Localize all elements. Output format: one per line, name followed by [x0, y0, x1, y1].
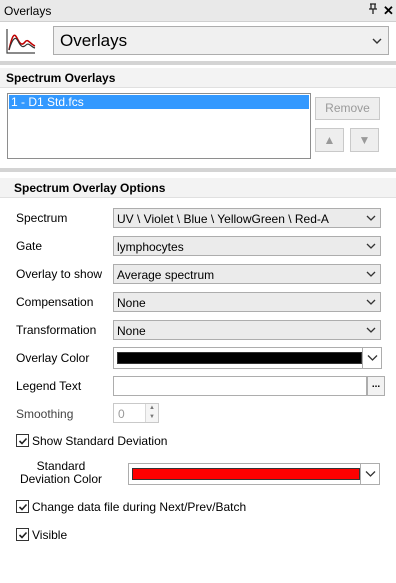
checkmark-icon — [18, 437, 28, 445]
smoothing-label: Smoothing — [16, 407, 74, 421]
gate-value: lymphocytes — [117, 240, 184, 254]
std-dev-color-swatch — [132, 468, 360, 480]
section-header-spectrum-overlays: Spectrum Overlays — [0, 68, 396, 88]
spectrum-select[interactable]: UV \ Violet \ Blue \ YellowGreen \ Red-A — [113, 208, 381, 228]
std-dev-color-dropdown[interactable] — [360, 464, 379, 484]
remove-button[interactable]: Remove — [315, 97, 380, 120]
checkmark-icon — [18, 531, 28, 539]
chevron-down-icon — [366, 215, 376, 221]
move-down-button[interactable]: ▼ — [350, 128, 379, 152]
section-title: Spectrum Overlays — [6, 71, 116, 85]
divider — [0, 61, 396, 65]
change-data-file-label: Change data file during Next/Prev/Batch — [32, 500, 247, 514]
overlay-to-show-label: Overlay to show — [16, 267, 103, 281]
compensation-label: Compensation — [16, 295, 94, 309]
spectrum-label: Spectrum — [16, 211, 68, 225]
smoothing-value: 0 — [118, 407, 125, 421]
visible-checkbox[interactable] — [16, 528, 29, 541]
compensation-select[interactable]: None — [113, 292, 381, 312]
transformation-value: None — [117, 324, 146, 338]
overlay-color-dropdown[interactable] — [362, 348, 381, 368]
change-data-file-checkbox[interactable] — [16, 500, 29, 513]
gate-label: Gate — [16, 239, 43, 253]
pin-icon[interactable] — [368, 3, 378, 18]
transformation-select[interactable]: None — [113, 320, 381, 340]
view-selector-value: Overlays — [60, 31, 128, 50]
show-std-dev-label: Show Standard Deviation — [32, 434, 168, 448]
overlay-color-swatch — [117, 352, 362, 364]
chevron-down-icon — [367, 355, 378, 361]
chevron-down-icon — [366, 271, 376, 277]
spectrum-value: UV \ Violet \ Blue \ YellowGreen \ Red-A — [117, 212, 329, 226]
stepper-arrows[interactable]: ▲ ▼ — [145, 404, 158, 422]
overlay-color-label: Overlay Color — [16, 351, 90, 365]
close-icon[interactable]: ✕ — [383, 3, 394, 19]
overlay-list[interactable]: 1 - D1 Std.fcs — [7, 93, 311, 159]
chevron-down-icon — [366, 327, 376, 333]
chevron-down-icon — [365, 471, 376, 477]
spectrum-overlay-icon — [4, 26, 38, 56]
gate-select[interactable]: lymphocytes — [113, 236, 381, 256]
header: Overlays — [0, 22, 396, 60]
title-bar: Overlays ✕ — [0, 0, 396, 22]
list-item[interactable]: 1 - D1 Std.fcs — [9, 95, 309, 109]
legend-text-input[interactable] — [113, 376, 367, 396]
move-up-button[interactable]: ▲ — [315, 128, 344, 152]
transformation-label: Transformation — [16, 323, 97, 337]
std-dev-color-label: Standard Deviation Color — [19, 459, 103, 486]
section-title: Spectrum Overlay Options — [14, 181, 166, 195]
compensation-value: None — [117, 296, 146, 310]
section-header-overlay-options: Spectrum Overlay Options — [0, 178, 396, 198]
legend-text-browse-button[interactable]: ... — [367, 376, 385, 396]
chevron-down-icon — [366, 299, 376, 305]
visible-label: Visible — [32, 528, 68, 542]
show-std-dev-checkbox[interactable] — [16, 434, 29, 447]
chevron-down-icon — [372, 38, 382, 44]
stepper-down-icon[interactable]: ▼ — [146, 413, 158, 422]
std-dev-color-picker[interactable] — [128, 463, 380, 485]
window-title: Overlays — [4, 4, 52, 18]
legend-text-label: Legend Text — [16, 379, 82, 393]
overlay-to-show-value: Average spectrum — [117, 268, 215, 282]
overlay-to-show-select[interactable]: Average spectrum — [113, 264, 381, 284]
stepper-up-icon[interactable]: ▲ — [146, 404, 158, 413]
divider — [0, 168, 396, 172]
chevron-down-icon — [366, 243, 376, 249]
checkmark-icon — [18, 503, 28, 511]
smoothing-stepper[interactable]: 0 ▲ ▼ — [113, 403, 159, 423]
overlay-color-picker[interactable] — [113, 347, 382, 369]
view-selector[interactable]: Overlays — [53, 26, 389, 55]
